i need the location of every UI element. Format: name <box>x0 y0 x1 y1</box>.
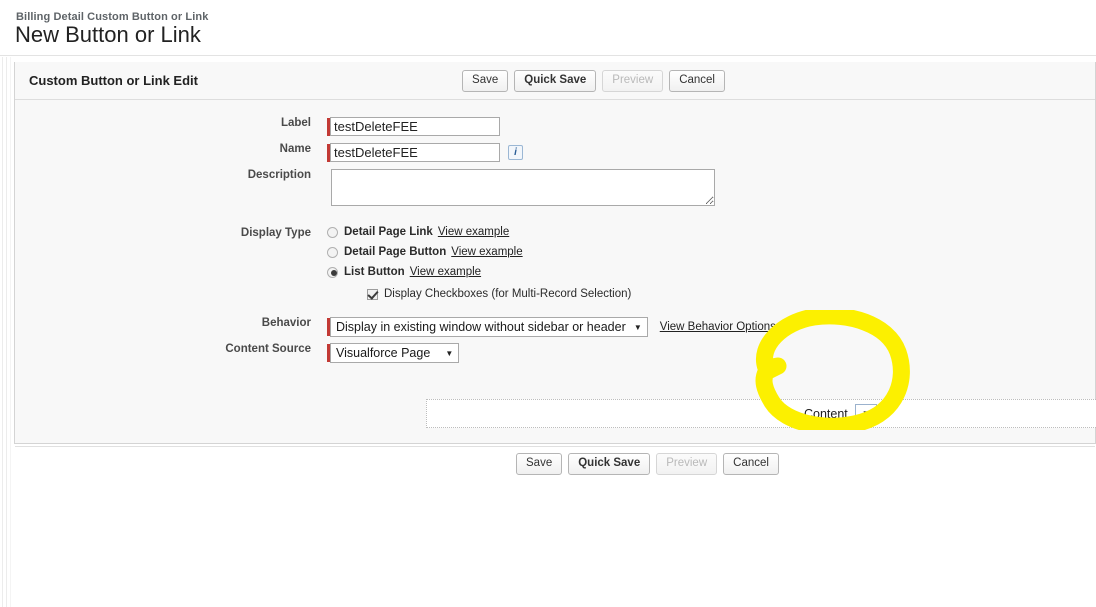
radio-label: List Button <box>344 266 405 278</box>
radio-list-button[interactable]: List Button View example <box>327 266 481 278</box>
radio-button[interactable] <box>327 226 338 238</box>
display-type-label: Display Type <box>240 227 311 239</box>
display-checkboxes-row[interactable]: Display Checkboxes (for Multi-Record Sel… <box>367 288 631 300</box>
view-example-link-detail-page-link[interactable]: View example <box>438 226 509 238</box>
content-source-control: Visualforce Page <box>327 343 460 363</box>
toolbar-bottom: Save Quick Save Preview Cancel <box>516 453 779 475</box>
description-textarea[interactable] <box>331 169 715 206</box>
panel-title: Custom Button or Link Edit <box>29 73 198 88</box>
content-row-separator <box>15 446 1095 447</box>
radio-button[interactable] <box>327 266 338 278</box>
label-input[interactable] <box>330 117 500 136</box>
view-example-link-detail-page-button[interactable]: View example <box>451 246 522 258</box>
content-label: Content <box>804 406 848 421</box>
cancel-button-top[interactable]: Cancel <box>669 70 725 92</box>
name-input[interactable] <box>330 143 500 162</box>
sidebar-edge-line <box>2 57 3 607</box>
page-title: New Button or Link <box>15 22 201 47</box>
view-example-link-list-button[interactable]: View example <box>410 266 481 278</box>
content-editor-row: Content ▼ <box>426 399 1096 428</box>
radio-detail-page-link[interactable]: Detail Page Link View example <box>327 226 509 238</box>
name-field-label: Name <box>279 143 311 155</box>
form-body: Label Name i Description Display Type De… <box>15 101 1096 475</box>
content-control-group: Content ▼ <box>804 404 877 423</box>
quick-save-button-top[interactable]: Quick Save <box>514 70 597 92</box>
save-button-top[interactable]: Save <box>462 70 509 92</box>
panel-titlebar: Custom Button or Link Edit Save Quick Sa… <box>15 62 1095 100</box>
preview-button-bottom: Preview <box>656 453 718 475</box>
cancel-button-bottom[interactable]: Cancel <box>723 453 779 475</box>
view-behavior-options-link[interactable]: View Behavior Options <box>660 321 776 333</box>
quick-save-button-bottom[interactable]: Quick Save <box>568 453 651 475</box>
behavior-label: Behavior <box>261 317 311 329</box>
preview-button-top: Preview <box>602 70 664 92</box>
description-field-control <box>331 169 715 206</box>
display-checkboxes-checkbox[interactable] <box>367 288 378 300</box>
description-field-label: Description <box>247 169 311 181</box>
content-source-label: Content Source <box>225 343 311 355</box>
toolbar-top: Save Quick Save Preview Cancel <box>462 70 725 92</box>
display-checkboxes-label: Display Checkboxes (for Multi-Record Sel… <box>384 288 632 300</box>
info-icon[interactable]: i <box>508 145 523 160</box>
content-dropdown-button[interactable]: ▼ <box>854 404 877 423</box>
sidebar-edge-line <box>6 57 7 607</box>
page-header: Billing Detail Custom Button or Link New… <box>0 0 1096 56</box>
save-button-bottom[interactable]: Save <box>516 453 563 475</box>
label-field-control <box>327 117 500 136</box>
behavior-select[interactable]: Display in existing window without sideb… <box>330 317 648 337</box>
sidebar-edge-line <box>10 57 11 607</box>
custom-button-edit-panel: Custom Button or Link Edit Save Quick Sa… <box>14 62 1096 475</box>
name-field-control: i <box>327 143 523 162</box>
behavior-control: Display in existing window without sideb… <box>327 317 776 337</box>
label-field-label: Label <box>280 117 311 129</box>
radio-button[interactable] <box>327 246 338 258</box>
radio-detail-page-button[interactable]: Detail Page Button View example <box>327 246 523 258</box>
header-divider <box>0 55 1096 56</box>
radio-label: Detail Page Link <box>344 226 433 238</box>
radio-label: Detail Page Button <box>344 246 447 258</box>
content-source-select[interactable]: Visualforce Page <box>330 343 460 363</box>
